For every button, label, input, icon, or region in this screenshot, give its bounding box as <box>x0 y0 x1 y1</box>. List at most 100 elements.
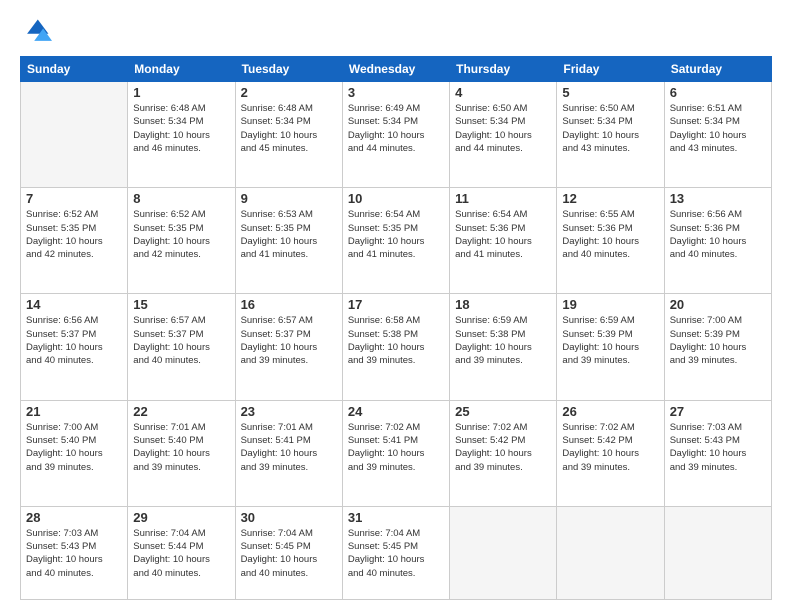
calendar-cell: 26 Sunrise: 7:02 AMSunset: 5:42 PMDayligh… <box>557 400 664 506</box>
day-number: 20 <box>670 297 766 312</box>
logo-icon <box>20 16 52 48</box>
day-number: 19 <box>562 297 658 312</box>
calendar-cell: 11 Sunrise: 6:54 AMSunset: 5:36 PMDayligh… <box>450 188 557 294</box>
day-info: Sunrise: 6:52 AMSunset: 5:35 PMDaylight:… <box>133 208 229 261</box>
day-info: Sunrise: 7:00 AMSunset: 5:39 PMDaylight:… <box>670 314 766 367</box>
day-number: 26 <box>562 404 658 419</box>
calendar-cell: 24Sunrise: 7:02 AMSunset: 5:41 PMDayligh… <box>342 400 449 506</box>
calendar-cell: 13Sunrise: 6:56 AMSunset: 5:36 PMDayligh… <box>664 188 771 294</box>
calendar-week-row: 28 Sunrise: 7:03 AMSunset: 5:43 PMDayligh… <box>21 506 772 599</box>
day-number: 27 <box>670 404 766 419</box>
calendar-cell: 3 Sunrise: 6:49 AMSunset: 5:34 PMDaylight… <box>342 82 449 188</box>
calendar-cell: 20 Sunrise: 7:00 AMSunset: 5:39 PMDayligh… <box>664 294 771 400</box>
calendar-cell <box>664 506 771 599</box>
day-info: Sunrise: 7:04 AMSunset: 5:45 PMDaylight:… <box>241 527 337 580</box>
calendar-header-saturday: Saturday <box>664 57 771 82</box>
day-number: 7 <box>26 191 122 206</box>
calendar-cell: 28 Sunrise: 7:03 AMSunset: 5:43 PMDayligh… <box>21 506 128 599</box>
calendar-cell: 31 Sunrise: 7:04 AMSunset: 5:45 PMDayligh… <box>342 506 449 599</box>
calendar-cell: 16 Sunrise: 6:57 AMSunset: 5:37 PMDayligh… <box>235 294 342 400</box>
day-info: Sunrise: 6:52 AMSunset: 5:35 PMDaylight:… <box>26 208 122 261</box>
calendar-week-row: 7 Sunrise: 6:52 AMSunset: 5:35 PMDaylight… <box>21 188 772 294</box>
day-number: 21 <box>26 404 122 419</box>
day-info: Sunrise: 6:49 AMSunset: 5:34 PMDaylight:… <box>348 102 444 155</box>
calendar-cell <box>450 506 557 599</box>
calendar-table: SundayMondayTuesdayWednesdayThursdayFrid… <box>20 56 772 600</box>
calendar-cell: 12 Sunrise: 6:55 AMSunset: 5:36 PMDayligh… <box>557 188 664 294</box>
day-info: Sunrise: 6:56 AMSunset: 5:36 PMDaylight:… <box>670 208 766 261</box>
day-number: 5 <box>562 85 658 100</box>
day-number: 4 <box>455 85 551 100</box>
day-number: 23 <box>241 404 337 419</box>
calendar-cell: 10 Sunrise: 6:54 AMSunset: 5:35 PMDayligh… <box>342 188 449 294</box>
day-info: Sunrise: 7:02 AMSunset: 5:42 PMDaylight:… <box>455 421 551 474</box>
page: SundayMondayTuesdayWednesdayThursdayFrid… <box>0 0 792 612</box>
calendar-cell: 7 Sunrise: 6:52 AMSunset: 5:35 PMDaylight… <box>21 188 128 294</box>
day-info: Sunrise: 6:55 AMSunset: 5:36 PMDaylight:… <box>562 208 658 261</box>
calendar-cell: 5 Sunrise: 6:50 AMSunset: 5:34 PMDaylight… <box>557 82 664 188</box>
calendar-cell: 4Sunrise: 6:50 AMSunset: 5:34 PMDaylight… <box>450 82 557 188</box>
calendar-cell: 6 Sunrise: 6:51 AMSunset: 5:34 PMDaylight… <box>664 82 771 188</box>
calendar-cell: 29 Sunrise: 7:04 AMSunset: 5:44 PMDayligh… <box>128 506 235 599</box>
day-info: Sunrise: 6:54 AMSunset: 5:35 PMDaylight:… <box>348 208 444 261</box>
calendar-cell: 1 Sunrise: 6:48 AMSunset: 5:34 PMDaylight… <box>128 82 235 188</box>
day-number: 14 <box>26 297 122 312</box>
day-info: Sunrise: 6:57 AMSunset: 5:37 PMDaylight:… <box>133 314 229 367</box>
calendar-cell: 17 Sunrise: 6:58 AMSunset: 5:38 PMDayligh… <box>342 294 449 400</box>
calendar-header-monday: Monday <box>128 57 235 82</box>
day-number: 8 <box>133 191 229 206</box>
day-info: Sunrise: 7:04 AMSunset: 5:45 PMDaylight:… <box>348 527 444 580</box>
calendar-header-sunday: Sunday <box>21 57 128 82</box>
calendar-week-row: 1 Sunrise: 6:48 AMSunset: 5:34 PMDaylight… <box>21 82 772 188</box>
calendar-cell: 9Sunrise: 6:53 AMSunset: 5:35 PMDaylight… <box>235 188 342 294</box>
day-number: 17 <box>348 297 444 312</box>
day-number: 10 <box>348 191 444 206</box>
day-info: Sunrise: 6:59 AMSunset: 5:38 PMDaylight:… <box>455 314 551 367</box>
day-number: 6 <box>670 85 766 100</box>
calendar-header-thursday: Thursday <box>450 57 557 82</box>
calendar-cell: 15 Sunrise: 6:57 AMSunset: 5:37 PMDayligh… <box>128 294 235 400</box>
day-number: 15 <box>133 297 229 312</box>
day-number: 9 <box>241 191 337 206</box>
calendar-cell: 27 Sunrise: 7:03 AMSunset: 5:43 PMDayligh… <box>664 400 771 506</box>
calendar-cell: 19 Sunrise: 6:59 AMSunset: 5:39 PMDayligh… <box>557 294 664 400</box>
calendar-cell: 2Sunrise: 6:48 AMSunset: 5:34 PMDaylight… <box>235 82 342 188</box>
header <box>20 16 772 48</box>
day-info: Sunrise: 7:02 AMSunset: 5:42 PMDaylight:… <box>562 421 658 474</box>
calendar-cell: 25 Sunrise: 7:02 AMSunset: 5:42 PMDayligh… <box>450 400 557 506</box>
day-number: 22 <box>133 404 229 419</box>
day-number: 29 <box>133 510 229 525</box>
day-info: Sunrise: 6:54 AMSunset: 5:36 PMDaylight:… <box>455 208 551 261</box>
day-number: 28 <box>26 510 122 525</box>
calendar-cell: 14Sunrise: 6:56 AMSunset: 5:37 PMDayligh… <box>21 294 128 400</box>
day-number: 11 <box>455 191 551 206</box>
day-info: Sunrise: 6:50 AMSunset: 5:34 PMDaylight:… <box>562 102 658 155</box>
day-info: Sunrise: 7:00 AMSunset: 5:40 PMDaylight:… <box>26 421 122 474</box>
day-info: Sunrise: 7:04 AMSunset: 5:44 PMDaylight:… <box>133 527 229 580</box>
day-number: 3 <box>348 85 444 100</box>
calendar-cell <box>557 506 664 599</box>
day-number: 30 <box>241 510 337 525</box>
day-number: 18 <box>455 297 551 312</box>
day-info: Sunrise: 7:03 AMSunset: 5:43 PMDaylight:… <box>26 527 122 580</box>
calendar-header-wednesday: Wednesday <box>342 57 449 82</box>
day-info: Sunrise: 6:48 AMSunset: 5:34 PMDaylight:… <box>241 102 337 155</box>
day-info: Sunrise: 7:03 AMSunset: 5:43 PMDaylight:… <box>670 421 766 474</box>
day-number: 1 <box>133 85 229 100</box>
day-info: Sunrise: 6:48 AMSunset: 5:34 PMDaylight:… <box>133 102 229 155</box>
calendar-header-tuesday: Tuesday <box>235 57 342 82</box>
calendar-cell <box>21 82 128 188</box>
day-number: 25 <box>455 404 551 419</box>
day-number: 12 <box>562 191 658 206</box>
calendar-cell: 18 Sunrise: 6:59 AMSunset: 5:38 PMDayligh… <box>450 294 557 400</box>
day-number: 31 <box>348 510 444 525</box>
day-info: Sunrise: 7:01 AMSunset: 5:41 PMDaylight:… <box>241 421 337 474</box>
day-info: Sunrise: 6:58 AMSunset: 5:38 PMDaylight:… <box>348 314 444 367</box>
calendar-header-friday: Friday <box>557 57 664 82</box>
day-info: Sunrise: 6:59 AMSunset: 5:39 PMDaylight:… <box>562 314 658 367</box>
day-info: Sunrise: 6:57 AMSunset: 5:37 PMDaylight:… <box>241 314 337 367</box>
day-info: Sunrise: 6:51 AMSunset: 5:34 PMDaylight:… <box>670 102 766 155</box>
calendar-cell: 22Sunrise: 7:01 AMSunset: 5:40 PMDayligh… <box>128 400 235 506</box>
calendar-cell: 30 Sunrise: 7:04 AMSunset: 5:45 PMDayligh… <box>235 506 342 599</box>
day-number: 16 <box>241 297 337 312</box>
